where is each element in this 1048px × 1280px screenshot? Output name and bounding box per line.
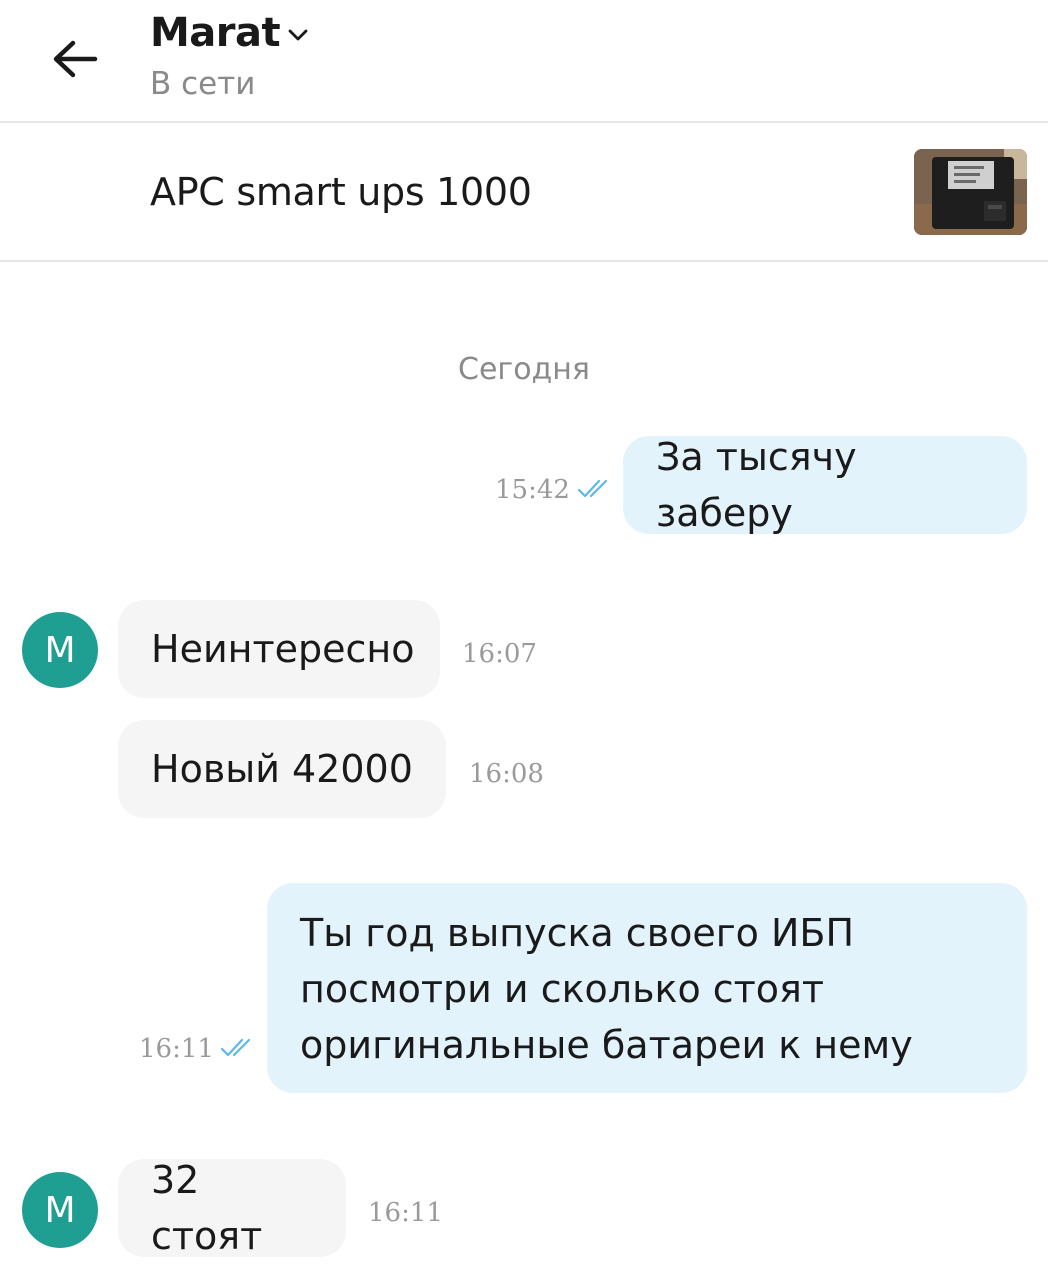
listing-bar[interactable]: APC smart ups 1000	[0, 123, 1048, 262]
contact-info: Marat В сети	[150, 8, 308, 106]
avatar[interactable]: M	[22, 612, 98, 688]
avatar-letter: M	[44, 629, 76, 671]
avatar[interactable]: M	[22, 1172, 98, 1248]
message-time: 15:42	[495, 475, 570, 505]
message-text: Неинтересно	[151, 627, 415, 671]
message-text: Ты год выпуска своего ИБП посмотри и ско…	[300, 911, 913, 1067]
arrow-left-icon	[53, 40, 98, 78]
message-time: 16:11	[139, 1034, 214, 1064]
message-bubble-outgoing[interactable]: За тысячу заберу	[623, 435, 1027, 535]
message-bubble-outgoing[interactable]: Ты год выпуска своего ИБП посмотри и ско…	[267, 883, 1027, 1093]
message-text: За тысячу заберу	[656, 435, 857, 535]
message-time: 16:07	[462, 639, 537, 669]
double-check-icon	[220, 1038, 251, 1057]
avatar-letter: M	[44, 1189, 76, 1231]
message-text: 32 стоят	[151, 1158, 263, 1258]
message-time: 16:11	[368, 1198, 443, 1228]
message-bubble-incoming[interactable]: Неинтересно	[118, 600, 440, 698]
contact-name: Marat	[150, 10, 281, 56]
date-separator: Сегодня	[458, 352, 590, 387]
message-time: 16:08	[469, 759, 544, 789]
online-status: В сети	[150, 66, 256, 102]
listing-thumbnail[interactable]	[914, 149, 1027, 235]
message-bubble-incoming[interactable]: Новый 42000	[118, 720, 446, 818]
listing-title: APC smart ups 1000	[150, 170, 532, 214]
message-bubble-incoming[interactable]: 32 стоят	[118, 1158, 346, 1258]
chevron-down-icon	[288, 29, 308, 41]
double-check-icon	[577, 479, 608, 498]
message-text: Новый 42000	[151, 747, 413, 791]
back-button[interactable]	[46, 30, 104, 88]
contact-name-dropdown[interactable]: Marat	[150, 8, 308, 58]
chat-header: Marat В сети	[0, 0, 1048, 123]
